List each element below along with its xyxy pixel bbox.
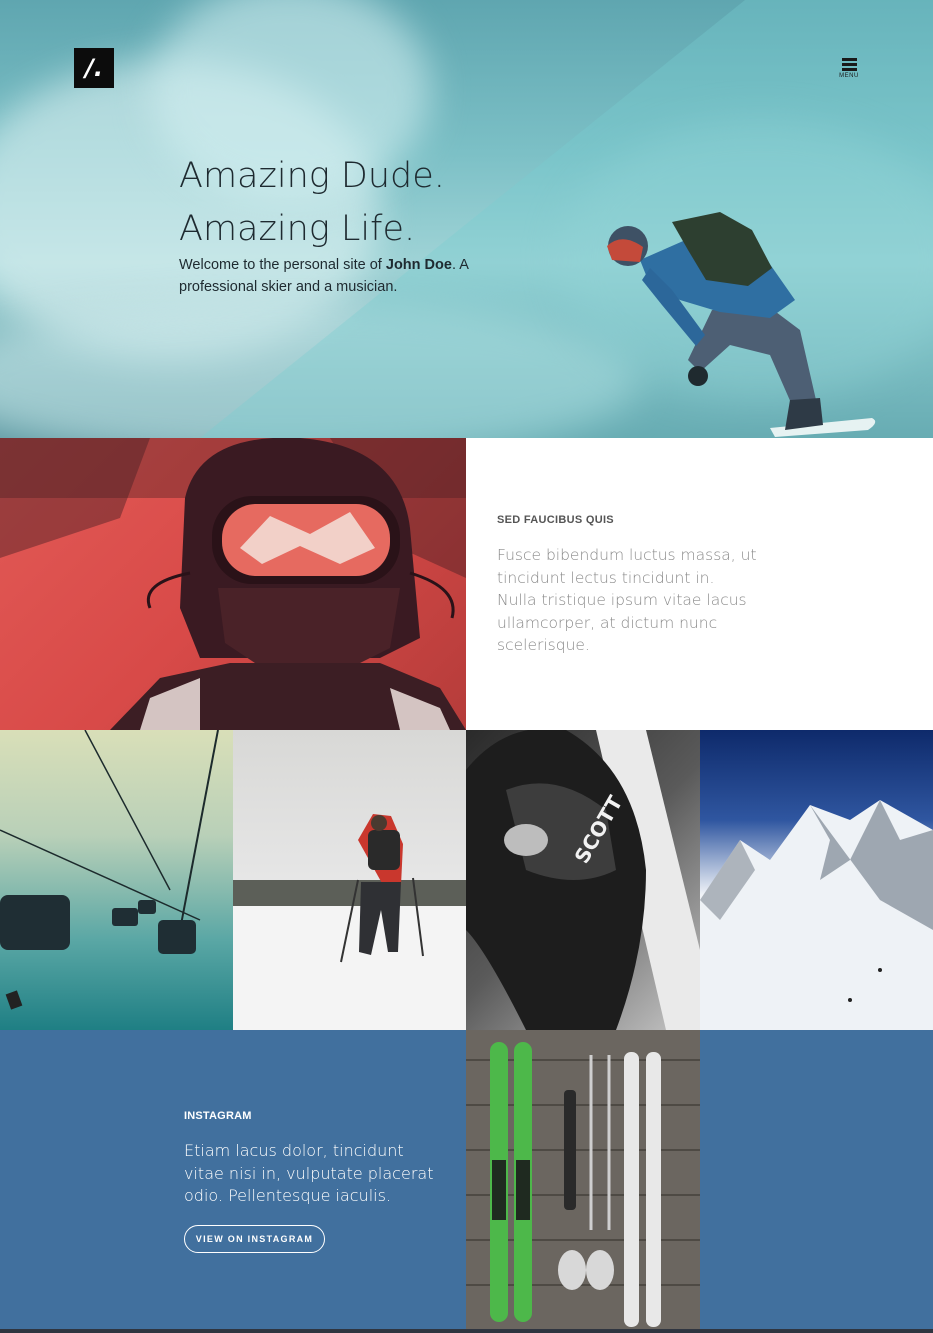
bottom-divider bbox=[0, 1329, 933, 1333]
hamburger-icon bbox=[838, 58, 860, 71]
hero-intro-name: John Doe bbox=[385, 257, 452, 273]
hiker-image bbox=[233, 730, 466, 1030]
site-logo[interactable]: /. bbox=[74, 48, 114, 88]
logo-text: /. bbox=[85, 54, 103, 82]
view-on-instagram-button[interactable]: VIEW ON INSTAGRAM bbox=[184, 1225, 325, 1253]
hero-intro-before: Welcome to the personal site of bbox=[179, 257, 386, 273]
hero-title-line2: Amazing Life. bbox=[179, 209, 416, 249]
skis-flatlay-image bbox=[466, 1030, 700, 1333]
mountain-image bbox=[700, 730, 933, 1030]
instagram-kicker: INSTAGRAM bbox=[184, 1110, 252, 1122]
feature-kicker: SED FAUCIBUS QUIS bbox=[497, 514, 614, 526]
menu-label: MENU bbox=[839, 73, 859, 79]
chairlift-image bbox=[0, 730, 233, 1030]
instagram-body: Etiam lacus dolor, tincidunt vitae nisi … bbox=[184, 1141, 434, 1205]
feature-body: Fusce bibendum luctus massa, ut tincidun… bbox=[497, 546, 757, 654]
ski-boot-image: SCOTT bbox=[466, 730, 700, 1030]
feature-panel: SED FAUCIBUS QUIS Fusce bibendum luctus … bbox=[466, 438, 933, 730]
hero-title: Amazing Dude. Amazing Life. bbox=[179, 150, 599, 256]
menu-button[interactable]: MENU bbox=[838, 58, 860, 82]
blue-filler-block bbox=[700, 1030, 933, 1333]
goggles-image bbox=[0, 438, 466, 730]
hero-intro: Welcome to the personal site of John Doe… bbox=[179, 254, 479, 298]
hero-section: /. MENU Amazing Dude. Amazing Life. Welc… bbox=[0, 0, 933, 438]
hero-title-line1: Amazing Dude. bbox=[179, 156, 445, 196]
instagram-section: INSTAGRAM Etiam lacus dolor, tincidunt v… bbox=[0, 1030, 466, 1333]
